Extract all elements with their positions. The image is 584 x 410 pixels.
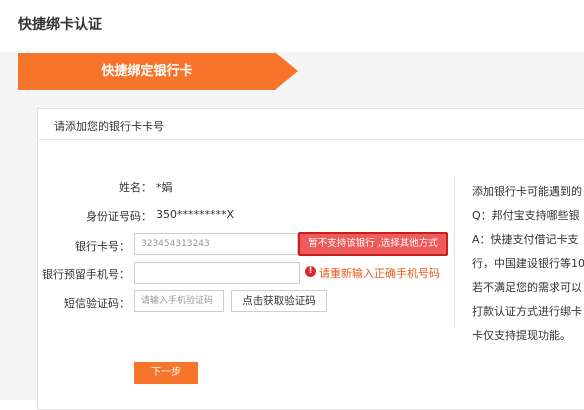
help-line: A：快捷支付借记卡支 <box>472 233 579 246</box>
card-header-title: 请添加您的银行卡卡号 <box>54 120 164 133</box>
phone-error-text: 请重新输入正确手机号码 <box>319 267 440 280</box>
help-line: 行，中国建设银行等10 <box>472 257 584 270</box>
bank-card-error-badge: 暂不支持该银行 ,选择其他方式 <box>298 232 448 256</box>
page-title: 快捷绑卡认证 <box>18 17 102 33</box>
card-header: 请添加您的银行卡卡号 <box>38 109 584 140</box>
id-number-value: 350*********X <box>156 208 235 221</box>
phone-input[interactable] <box>134 262 300 284</box>
phone-label: 银行预留手机号： <box>42 268 130 281</box>
get-sms-code-button[interactable]: 点击获取验证码 <box>231 290 327 312</box>
bank-card-input[interactable]: 323454313243 <box>134 233 298 255</box>
warning-icon: ! <box>305 266 316 277</box>
name-label: 姓名： <box>119 181 152 194</box>
sms-code-label: 短信验证码： <box>64 297 130 310</box>
help-line: 卡仅支持提现功能。 <box>472 329 571 342</box>
bank-card-label: 银行卡号： <box>75 240 130 253</box>
name-value: *娟 <box>156 181 173 194</box>
sms-code-input[interactable]: 请输入手机验证码 <box>134 290 224 312</box>
step-arrow <box>276 53 298 89</box>
id-number-label: 身份证号码： <box>86 210 152 223</box>
help-line: 若不满足您的需求可以 <box>472 281 582 294</box>
help-line: 添加银行卡可能遇到的 <box>472 185 582 198</box>
help-line: 打款认证方式进行绑卡 <box>472 305 582 318</box>
help-line: Q：邦付宝支持哪些银 <box>472 209 580 222</box>
next-step-button[interactable]: 下一步 <box>134 362 198 384</box>
side-divider <box>454 178 455 328</box>
step-label: 快捷绑定银行卡 <box>101 64 193 79</box>
